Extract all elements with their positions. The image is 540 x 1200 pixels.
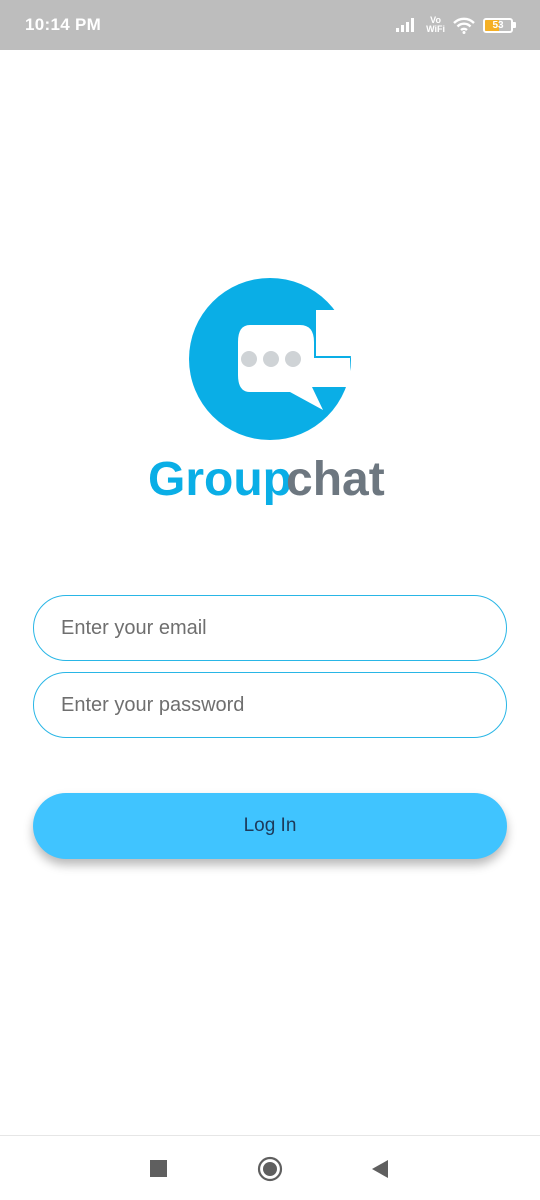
battery-level: 53 (492, 19, 504, 31)
battery-icon: 53 (483, 17, 516, 33)
status-bar: 10:14 PM Vo WiFi 53 (0, 0, 540, 50)
status-icons: Vo WiFi 53 (396, 16, 516, 34)
battery-body: 53 (483, 17, 513, 33)
back-icon (372, 1159, 388, 1178)
email-field[interactable] (33, 595, 507, 661)
signal-icon (396, 18, 415, 32)
password-field[interactable] (33, 672, 507, 738)
navigation-bar (0, 1135, 540, 1200)
home-button[interactable] (252, 1136, 288, 1200)
recent-apps-button[interactable] (140, 1136, 176, 1200)
login-button[interactable]: Log In (33, 793, 507, 859)
battery-tip (513, 22, 516, 28)
logo-word-group: Group (148, 453, 292, 506)
wifi-icon (453, 17, 475, 34)
status-time: 10:14 PM (25, 15, 102, 34)
typing-dot-2 (263, 351, 279, 367)
groupchat-logo-mark: Group chat (148, 278, 385, 506)
home-icon (257, 1156, 283, 1181)
vowifi-bottom-label: WiFi (426, 24, 445, 34)
typing-dot-1 (241, 351, 257, 367)
logo-word-chat: chat (286, 453, 385, 506)
app-logo: Group chat (140, 270, 400, 510)
back-button[interactable] (362, 1136, 398, 1200)
vowifi-icon: Vo WiFi (426, 16, 445, 34)
recent-apps-icon (149, 1160, 167, 1177)
login-screen: 10:14 PM Vo WiFi 53 Group chat Enter you… (0, 0, 540, 1200)
typing-dot-3 (285, 351, 301, 367)
